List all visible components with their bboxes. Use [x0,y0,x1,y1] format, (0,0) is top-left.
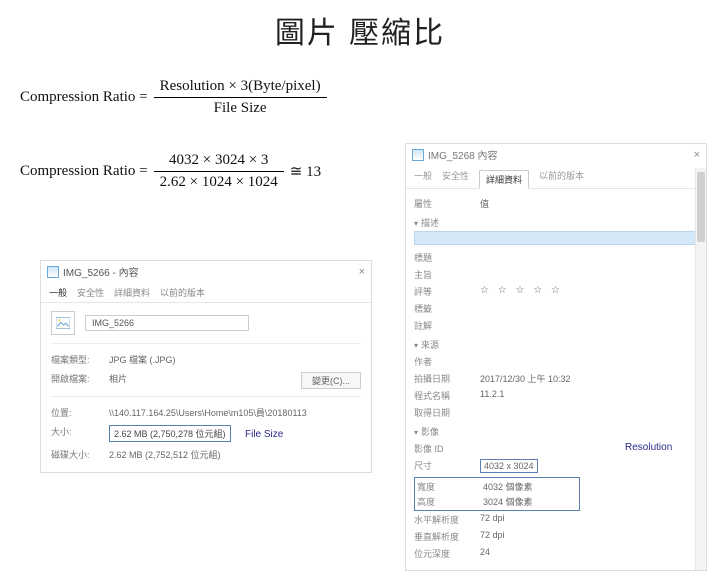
tab-security[interactable]: 安全性 [442,169,469,188]
height-label: 高度 [417,495,483,508]
size-label: 大小: [51,425,109,442]
openwith-label: 開啟檔案: [51,372,109,389]
properties-dialog-left: IMG_5266 - 內容 × 一般 安全性 詳細資料 以前的版本 IMG_52… [40,260,372,473]
program-label: 程式名稱 [414,389,480,402]
width-label: 寬度 [417,480,483,493]
rating-stars[interactable]: ☆ ☆ ☆ ☆ ☆ [480,285,563,298]
right-titlebar: IMG_5268 內容 × [406,144,706,165]
filetype-label: 檔案類型: [51,353,109,366]
formula-numeric: Compression Ratio = 4032 × 3024 × 3 2.62… [20,152,327,191]
rating-label: 評等 [414,285,480,298]
formula2-denominator: 2.62 × 1024 × 1024 [154,172,284,191]
disksize-label: 磁碟大小: [51,448,109,461]
comment-label: 註解 [414,319,480,332]
title-label: 標題 [414,251,480,264]
left-titlebar: IMG_5266 - 內容 × [41,261,371,282]
date-taken-value: 2017/12/30 上午 10:32 [480,372,571,385]
tags-label: 標籤 [414,302,480,315]
formula1-label: Compression Ratio = [20,89,148,106]
bitdepth-label: 位元深度 [414,547,480,560]
filename-input[interactable]: IMG_5266 [85,315,249,331]
size-value: 2.62 MB (2,750,278 位元組) [109,425,231,442]
callout-resolution: Resolution [625,442,672,453]
filetype-value: JPG 檔案 (.JPG) [109,353,176,366]
formula-block: Compression Ratio = Resolution × 3(Byte/… [20,78,327,226]
right-dialog-title: IMG_5268 內容 [428,147,497,162]
callout-filesize: File Size [245,429,283,440]
description-highlight [414,231,698,245]
tab-details[interactable]: 詳細資料 [114,286,150,302]
col-value: 值 [480,197,489,210]
disksize-value: 2.62 MB (2,752,512 位元組) [109,448,221,461]
dimensions-value: 4032 x 3024 [480,459,538,473]
slide-title: 圖片 壓縮比 [0,8,720,52]
col-property: 屬性 [414,197,480,210]
hres-value: 72 dpi [480,513,505,526]
bitdepth-value: 24 [480,547,490,560]
formula2-result: ≅ 13 [290,162,321,181]
formula2-numerator: 4032 × 3024 × 3 [154,152,284,172]
program-value: 11.2.1 [480,389,504,402]
picture-icon [51,311,75,335]
width-value: 4032 個像素 [483,480,533,493]
formula2-label: Compression Ratio = [20,163,148,180]
acquired-label: 取得日期 [414,406,480,419]
formula-generic: Compression Ratio = Resolution × 3(Byte/… [20,78,327,117]
left-tabs: 一般 安全性 詳細資料 以前的版本 [41,282,371,303]
vres-value: 72 dpi [480,530,505,543]
dimensions-label: 尺寸 [414,459,480,473]
subject-label: 主旨 [414,268,480,281]
tab-details[interactable]: 詳細資料 [479,170,529,189]
tab-previous[interactable]: 以前的版本 [160,286,205,302]
image-file-icon [47,266,59,278]
image-file-icon [412,149,424,161]
section-image: ▾影像 [414,425,698,438]
location-label: 位置: [51,406,109,419]
tab-previous[interactable]: 以前的版本 [539,169,584,188]
openwith-value: 相片 [109,372,127,389]
vres-label: 垂直解析度 [414,530,480,543]
author-label: 作者 [414,355,480,368]
location-value: \\140.117.164.25\Users\Home\m105\員\20180… [109,406,307,419]
height-value: 3024 個像素 [483,495,533,508]
tab-general[interactable]: 一般 [49,286,67,302]
tab-security[interactable]: 安全性 [77,286,104,302]
formula1-numerator: Resolution × 3(Byte/pixel) [154,78,327,98]
resolution-highlight-group: 寬度 4032 個像素 高度 3024 個像素 [414,477,580,511]
left-dialog-title: IMG_5266 - 內容 [63,264,139,279]
date-taken-label: 拍攝日期 [414,372,480,385]
tab-general[interactable]: 一般 [414,169,432,188]
formula1-denominator: File Size [154,98,327,117]
section-description: ▾描述 [414,216,698,229]
section-origin: ▾來源 [414,338,698,351]
properties-dialog-right: IMG_5268 內容 × 一般 安全性 詳細資料 以前的版本 屬性 值 ▾描述… [405,143,707,571]
hres-label: 水平解析度 [414,513,480,526]
right-tabs: 一般 安全性 詳細資料 以前的版本 [406,165,706,189]
image-id-label: 影像 ID [414,442,480,455]
close-icon[interactable]: × [694,149,700,161]
scrollbar[interactable] [695,168,706,570]
close-icon[interactable]: × [359,266,365,278]
change-button[interactable]: 變更(C)... [301,372,361,389]
